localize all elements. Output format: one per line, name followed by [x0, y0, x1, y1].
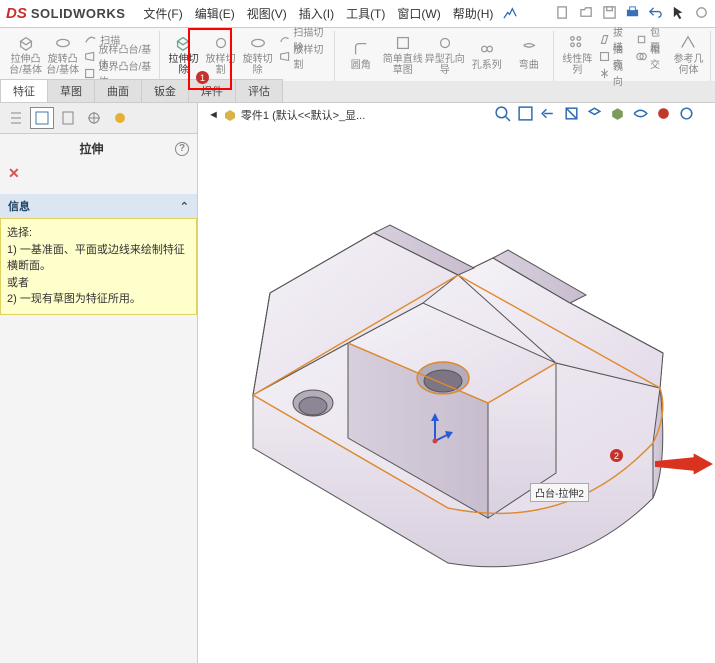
main-menu: 文件(F) 编辑(E) 视图(V) 插入(I) 工具(T) 窗口(W) 帮助(H… — [143, 5, 493, 22]
extrude-boss-button[interactable]: 拉伸凸台/基体 — [8, 31, 43, 79]
revolved-cut-button[interactable]: 旋转切除 — [240, 31, 275, 79]
menu-insert[interactable]: 插入(I) — [299, 5, 334, 22]
help-icon[interactable]: ? — [175, 142, 189, 156]
origin-triad-icon — [423, 413, 455, 449]
tab-sheetmetal[interactable]: 钣金 — [141, 79, 189, 102]
hole-wizard-button[interactable]: 放样切割 — [203, 31, 238, 79]
panel-action-row: ✕ — [0, 163, 197, 186]
annotation-badge-2: 2 — [610, 449, 623, 462]
rebuild-icon[interactable] — [694, 5, 709, 23]
featuretree-tab-icon[interactable] — [4, 107, 28, 129]
graphics-area[interactable]: ◄ 零件1 (默认<<默认>_显... — [198, 103, 715, 663]
open-icon[interactable] — [579, 5, 594, 23]
tab-evaluate[interactable]: 评估 — [235, 79, 283, 102]
annotation-badge-1: 1 — [196, 71, 209, 84]
chevron-up-icon: ⌃ — [180, 200, 189, 213]
lofted-cut-button[interactable]: 放样切割 — [277, 48, 330, 64]
tab-features[interactable]: 特征 — [0, 79, 48, 102]
wrap-button[interactable]: 弯曲 — [509, 31, 549, 79]
new-icon[interactable] — [556, 5, 571, 23]
dimexpert-tab-icon[interactable] — [82, 107, 106, 129]
feature-tooltip: 凸台-拉伸2 — [530, 483, 589, 502]
print-icon[interactable] — [625, 5, 640, 23]
tab-sketch[interactable]: 草图 — [47, 79, 95, 102]
model-view[interactable] — [198, 103, 713, 613]
search-icon[interactable] — [503, 5, 518, 23]
panel-title: 拉伸 — [8, 140, 175, 157]
hole-wizard-adv-button[interactable]: 异型孔向导 — [425, 31, 465, 79]
titlebar: DS SOLIDWORKS 文件(F) 编辑(E) 视图(V) 插入(I) 工具… — [0, 0, 715, 28]
hole-series-button[interactable]: 孔系列 — [467, 31, 507, 79]
main-area: 拉伸 ? ✕ 信息 ⌃ 选择: 1) 一基准面、平面或边线来绘制特征横断面。 或… — [0, 103, 715, 663]
reference-geometry-button[interactable]: 参考几何体 — [671, 31, 706, 79]
quick-access-toolbar — [556, 5, 709, 23]
info-message-box: 选择: 1) 一基准面、平面或边线来绘制特征横断面。 或者 2) 一现有草图为特… — [0, 218, 197, 315]
menu-window[interactable]: 窗口(W) — [397, 5, 440, 22]
menu-view[interactable]: 视图(V) — [247, 5, 287, 22]
info-line-1: 1) 一基准面、平面或边线来绘制特征横断面。 — [7, 242, 190, 275]
undo-icon[interactable] — [648, 5, 663, 23]
propertymanager-tab-icon[interactable] — [30, 107, 54, 129]
intersect-button[interactable]: 相交 — [634, 48, 669, 64]
menu-tools[interactable]: 工具(T) — [346, 5, 385, 22]
info-section-header[interactable]: 信息 ⌃ — [0, 194, 197, 218]
tab-weldments[interactable]: 焊件 — [188, 79, 236, 102]
mirror-button[interactable]: 镜向 — [597, 65, 632, 81]
info-or-label: 或者 — [7, 275, 190, 292]
select-icon[interactable] — [671, 5, 686, 23]
panel-title-row: 拉伸 ? — [0, 134, 197, 163]
tab-surfaces[interactable]: 曲面 — [94, 79, 142, 102]
info-line-2: 2) 一现有草图为特征所用。 — [7, 291, 190, 308]
linear-pattern-button[interactable]: 线性阵列 — [560, 31, 595, 79]
annotation-arrow-icon — [655, 453, 713, 475]
configmanager-tab-icon[interactable] — [56, 107, 80, 129]
logo-ds: DS — [6, 5, 27, 22]
displaymanager-tab-icon[interactable] — [108, 107, 132, 129]
save-icon[interactable] — [602, 5, 617, 23]
cancel-icon[interactable]: ✕ — [8, 165, 20, 182]
command-tab-bar: 特征 草图 曲面 钣金 焊件 评估 — [0, 81, 715, 103]
extruded-cut-button[interactable]: 拉伸切除 — [166, 31, 201, 79]
menu-edit[interactable]: 编辑(E) — [195, 5, 235, 22]
logo-solidworks: SOLIDWORKS — [31, 6, 126, 21]
panel-tab-strip — [0, 103, 197, 134]
revolve-boss-button[interactable]: 旋转凸台/基体 — [45, 31, 80, 79]
simple-sketch-button[interactable]: 简单直线草图 — [383, 31, 423, 79]
property-manager-panel: 拉伸 ? ✕ 信息 ⌃ 选择: 1) 一基准面、平面或边线来绘制特征横断面。 或… — [0, 103, 198, 663]
menu-help[interactable]: 帮助(H) — [453, 5, 494, 22]
fillet-button[interactable]: 圆角 — [341, 31, 381, 79]
info-select-label: 选择: — [7, 225, 190, 242]
menu-file[interactable]: 文件(F) — [143, 5, 182, 22]
feature-ribbon: 拉伸凸台/基体 旋转凸台/基体 扫描 放样凸台/基体 边界凸台/基体 拉伸切除 … — [0, 28, 715, 81]
